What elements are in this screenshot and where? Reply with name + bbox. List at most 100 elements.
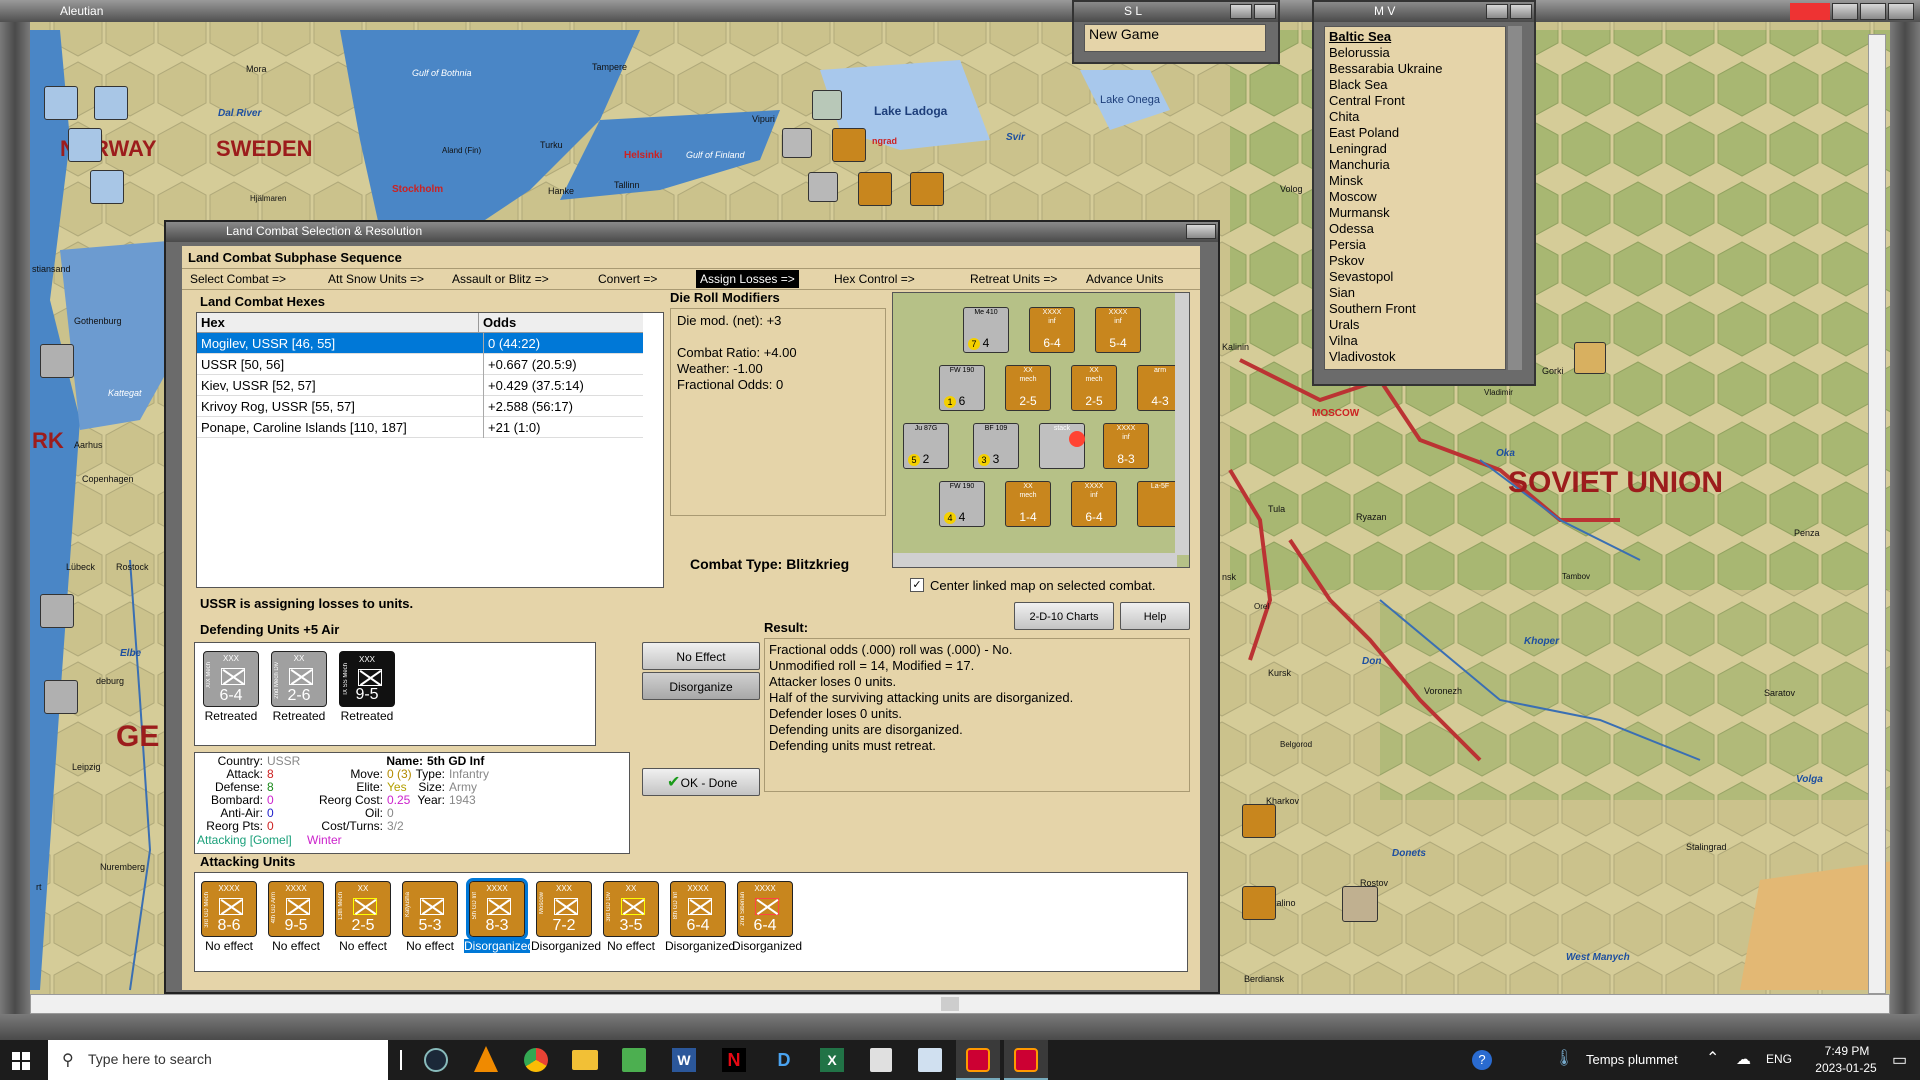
tray-overflow-icon[interactable]: ⌃ — [1706, 1048, 1719, 1068]
minimize-button[interactable] — [1832, 3, 1858, 20]
unit-counter[interactable]: 2nd Mech Div XX 2-6 — [271, 651, 327, 707]
col-hex-header[interactable]: Hex — [197, 313, 479, 333]
unit-counter[interactable]: XIX Mech XXX 6-4 — [203, 651, 259, 707]
vlc-icon[interactable] — [474, 1046, 498, 1072]
mv-region-item[interactable]: Vladivostok — [1329, 349, 1395, 365]
map-unit-counter[interactable] — [910, 172, 944, 206]
minimap-counter[interactable]: XXXX inf 6-4 — [1071, 481, 1117, 527]
steam-icon[interactable] — [424, 1048, 448, 1072]
mv-region-item[interactable]: Leningrad — [1329, 141, 1387, 157]
task-view-icon[interactable] — [400, 1050, 402, 1070]
mv-region-item[interactable]: Black Sea — [1329, 77, 1388, 93]
excel-icon[interactable]: X — [820, 1048, 844, 1072]
map-unit-counter[interactable] — [40, 344, 74, 378]
center-map-checkbox[interactable]: ✓ — [910, 578, 924, 592]
map-unit-counter[interactable] — [1342, 886, 1378, 922]
notifications-icon[interactable]: ▭ — [1892, 1050, 1907, 1070]
unit-counter[interactable]: 13th Mech XX 2-5 — [335, 881, 391, 937]
combat-dialog-close-button[interactable] — [1186, 224, 1216, 239]
map-unit-counter[interactable] — [808, 172, 838, 202]
mv-region-item[interactable]: Baltic Sea — [1329, 29, 1391, 45]
combat-hexes-table[interactable]: Hex Odds Mogilev, USSR [46, 55] 0 (44:22)… — [196, 312, 664, 588]
unit-counter[interactable]: 2nd Siberian XXXX 6-4 — [737, 881, 793, 937]
minimap-counter[interactable]: XX mech 2-5 — [1005, 365, 1051, 411]
unit-counter[interactable]: 8th GD Inf XXXX 6-4 — [670, 881, 726, 937]
sl-minimize-button[interactable] — [1230, 4, 1252, 19]
minimap-counter[interactable]: XX mech 2-5 — [1071, 365, 1117, 411]
mv-region-list[interactable]: Baltic Sea Belorussia Bessarabia Ukraine Bl… — [1324, 26, 1506, 370]
map-unit-counter[interactable] — [44, 86, 78, 120]
map-unit-counter[interactable] — [44, 680, 78, 714]
unit-counter[interactable]: 4th GD Arm XXXX 9-5 — [268, 881, 324, 937]
minimap-counter[interactable]: XXXX inf 8-3 — [1103, 423, 1149, 469]
combat-hex-row[interactable]: Ponape, Caroline Islands [110, 187] +21 (… — [197, 417, 643, 438]
taskbar-search-box[interactable]: ⚲ Type here to search — [48, 1040, 388, 1080]
notepad-icon[interactable] — [622, 1048, 646, 1072]
attacking-units-panel[interactable]: 3rd GD Mech XXXX 8-6 No effect 4th GD Arm XXX… — [194, 872, 1188, 972]
unit-counter[interactable]: Katyusha 5-3 — [402, 881, 458, 937]
minimap-counter[interactable]: BF 109 3 3 — [973, 423, 1019, 469]
sl-close-button[interactable] — [1254, 4, 1276, 19]
mv-region-item[interactable]: Moscow — [1329, 189, 1377, 205]
mv-region-item[interactable]: Vilna — [1329, 333, 1358, 349]
minimap-hscroll[interactable] — [893, 553, 1177, 567]
minimap-vscroll[interactable] — [1175, 293, 1189, 555]
mv-region-item[interactable]: Southern Front — [1329, 301, 1416, 317]
map-unit-counter[interactable] — [858, 172, 892, 206]
map-vertical-scrollbar[interactable] — [1868, 34, 1886, 994]
minimap-counter[interactable]: FW 190 1 6 — [939, 365, 985, 411]
mv-region-item[interactable]: Belorussia — [1329, 45, 1390, 61]
map-unit-counter[interactable] — [832, 128, 866, 162]
minimap-counter[interactable]: XX mech 1-4 — [1005, 481, 1051, 527]
mv-region-item[interactable]: Murmansk — [1329, 205, 1390, 221]
close-button[interactable] — [1888, 3, 1914, 20]
unit-counter[interactable]: IX SS Mech XXX 9-5 — [339, 651, 395, 707]
minimap-counter[interactable]: FW 190 4 4 — [939, 481, 985, 527]
file-explorer-icon[interactable] — [572, 1050, 598, 1070]
map-horizontal-scrollbar[interactable] — [30, 994, 1890, 1014]
language-indicator[interactable]: ENG — [1766, 1052, 1792, 1066]
map-unit-counter[interactable] — [1242, 804, 1276, 838]
map-unit-counter[interactable] — [90, 170, 124, 204]
word-icon[interactable]: W — [672, 1048, 696, 1072]
app-window-icon[interactable] — [918, 1048, 942, 1072]
game-taskbar-button[interactable] — [1004, 1040, 1048, 1080]
mv-close-button[interactable] — [1510, 4, 1532, 19]
defending-units-panel[interactable]: XIX Mech XXX 6-4 Retreated 2nd Mech Div XX 2-6… — [194, 642, 596, 746]
minimap-counter[interactable]: XXXX inf 5-4 — [1095, 307, 1141, 353]
mv-region-item[interactable]: East Poland — [1329, 125, 1399, 141]
mv-region-item[interactable]: Pskov — [1329, 253, 1364, 269]
help-tray-icon[interactable]: ? — [1472, 1050, 1492, 1070]
netflix-icon[interactable]: N — [722, 1048, 746, 1072]
window-restore-button[interactable] — [1790, 3, 1830, 20]
mv-region-item[interactable]: Odessa — [1329, 221, 1374, 237]
weather-icon[interactable]: 🌡 — [1554, 1048, 1574, 1068]
mv-minimize-button[interactable] — [1486, 4, 1508, 19]
map-unit-counter[interactable] — [1574, 342, 1606, 374]
map-unit-counter[interactable] — [812, 90, 842, 120]
map-unit-counter[interactable] — [94, 86, 128, 120]
map-unit-counter[interactable] — [782, 128, 812, 158]
mv-region-item[interactable]: Persia — [1329, 237, 1366, 253]
col-odds-header[interactable]: Odds — [479, 313, 643, 333]
map-unit-counter[interactable] — [40, 594, 74, 628]
disney-icon[interactable]: D — [770, 1048, 798, 1072]
unit-counter[interactable]: Moscow XXX 7-2 — [536, 881, 592, 937]
no-effect-button[interactable]: No Effect — [642, 642, 760, 670]
mv-scrollbar[interactable] — [1508, 26, 1522, 370]
mv-region-item[interactable]: Minsk — [1329, 173, 1363, 189]
minimap-counter[interactable]: Me 410 7 4 — [963, 307, 1009, 353]
combat-hex-row[interactable]: USSR [50, 56] +0.667 (20.5:9) — [197, 354, 643, 375]
clock-time[interactable]: 7:49 PM — [1812, 1044, 1882, 1058]
maximize-button[interactable] — [1860, 3, 1886, 20]
combat-hex-row[interactable]: Mogilev, USSR [46, 55] 0 (44:22) — [197, 333, 643, 354]
game-taskbar-button[interactable] — [956, 1040, 1000, 1080]
calculator-icon[interactable] — [870, 1048, 892, 1072]
combat-hex-row[interactable]: Kiev, USSR [52, 57] +0.429 (37.5:14) — [197, 375, 643, 396]
cloud-icon[interactable]: ☁ — [1736, 1050, 1751, 1068]
charts-button[interactable]: 2-D-10 Charts — [1014, 602, 1114, 630]
minimap-counter[interactable]: XXXX inf 6-4 — [1029, 307, 1075, 353]
weather-text[interactable]: Temps plummet — [1586, 1052, 1678, 1067]
windows-start-icon[interactable] — [12, 1052, 30, 1070]
unit-counter[interactable]: 3rd GD Div XX 3-5 — [603, 881, 659, 937]
